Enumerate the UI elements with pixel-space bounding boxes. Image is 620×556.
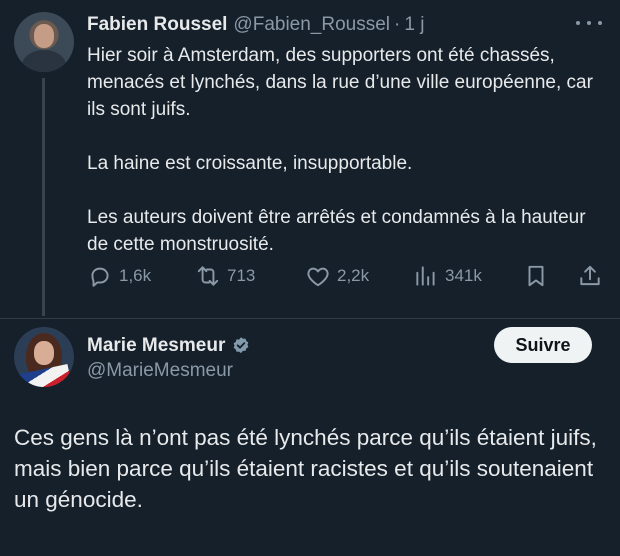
avatar-shoulders <box>22 50 66 72</box>
action-bar: 1,6k 713 2,2k 341k <box>87 262 603 290</box>
tweet-text: Hier soir à Amsterdam, des supporters on… <box>87 42 597 258</box>
avatar[interactable] <box>14 327 74 387</box>
reply-header: Marie Mesmeur <box>87 333 251 359</box>
views-count: 341k <box>445 266 482 285</box>
tweet-header: Fabien Roussel @Fabien_Roussel · 1 j <box>87 12 424 38</box>
follow-button[interactable]: Suivre <box>494 327 592 363</box>
more-icon[interactable] <box>576 14 602 32</box>
author-handle[interactable]: @MarieMesmeur <box>87 360 233 382</box>
author-handle[interactable]: @Fabien_Roussel <box>233 14 390 36</box>
like-button[interactable]: 2,2k <box>305 262 369 290</box>
views-button[interactable]: 341k <box>413 262 482 290</box>
tweet-paragraph: Les auteurs doivent être arrêtés et cond… <box>87 207 586 255</box>
reply-button[interactable]: 1,6k <box>87 262 151 290</box>
avatar-face <box>34 24 54 48</box>
like-count: 2,2k <box>337 266 370 285</box>
reply-text: Ces gens là n’ont pas été lynchés parce … <box>14 425 597 512</box>
repost-icon <box>197 266 219 286</box>
bookmark-button[interactable] <box>523 262 549 290</box>
avatar-face <box>34 341 54 365</box>
reply-count: 1,6k <box>119 266 152 285</box>
verified-badge-icon[interactable] <box>231 336 251 356</box>
share-icon <box>580 265 600 286</box>
divider <box>0 318 620 319</box>
repost-count: 713 <box>227 266 256 285</box>
author-name[interactable]: Fabien Roussel <box>87 14 227 36</box>
original-tweet[interactable]: Fabien Roussel @Fabien_Roussel · 1 j Hie… <box>0 0 620 320</box>
bookmark-icon <box>528 265 544 287</box>
tweet-time[interactable]: 1 j <box>404 14 424 36</box>
reply-icon <box>91 267 109 287</box>
share-button[interactable] <box>577 262 603 290</box>
avatar[interactable] <box>14 12 74 72</box>
tweet-paragraph: La haine est croissante, insupportable. <box>87 153 413 174</box>
author-name[interactable]: Marie Mesmeur <box>87 335 225 357</box>
tweet-paragraph: Hier soir à Amsterdam, des supporters on… <box>87 45 593 120</box>
repost-button[interactable]: 713 <box>195 262 255 290</box>
thread-line <box>42 78 45 316</box>
views-icon <box>416 266 435 286</box>
separator-dot: · <box>394 14 401 35</box>
like-icon <box>307 267 329 287</box>
